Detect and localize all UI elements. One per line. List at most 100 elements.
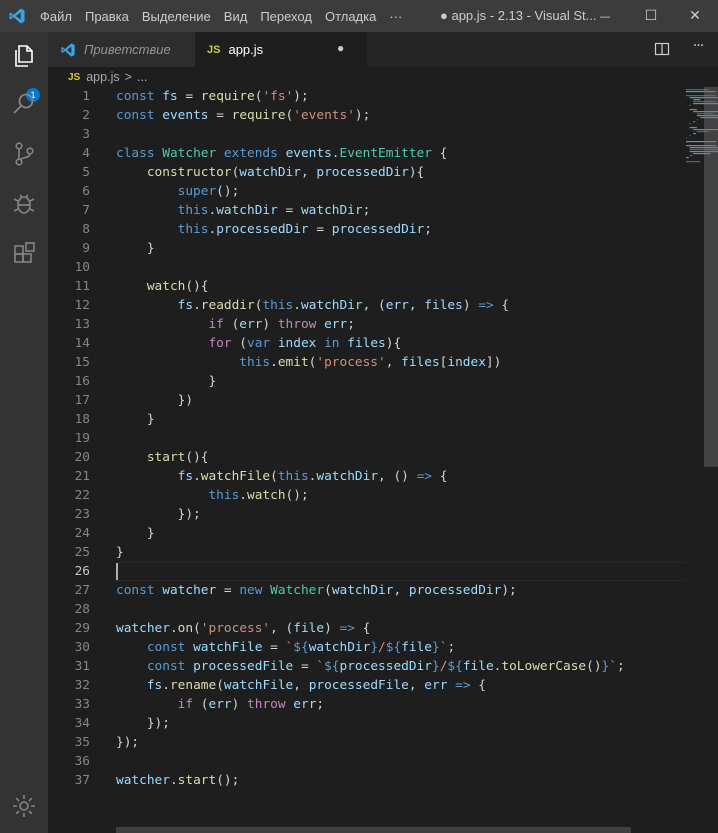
tab-app-js[interactable]: JS app.js ●	[195, 32, 367, 67]
code-line[interactable]: 4 class Watcher extends events.EventEmitt…	[48, 144, 638, 163]
unsaved-dot-icon[interactable]: ●	[337, 41, 344, 55]
code-line[interactable]: 3	[48, 125, 638, 144]
code-line[interactable]: 29 watcher.on('process', (file) => {	[48, 619, 638, 638]
breadcrumb-more[interactable]: ...	[137, 70, 147, 84]
horizontal-scrollbar[interactable]	[116, 827, 631, 833]
title-bar: Файл Правка Выделение Вид Переход Отладк…	[0, 0, 718, 32]
line-number: 11	[74, 279, 90, 294]
code-text: });	[116, 735, 140, 750]
code-line[interactable]: 20 start(){	[48, 448, 638, 467]
code-line[interactable]: 14 for (var index in files){	[48, 334, 638, 353]
code-text: }	[116, 412, 155, 427]
line-number: 18	[74, 412, 90, 427]
code-line[interactable]: 35});	[48, 733, 638, 752]
minimap-line	[689, 105, 691, 107]
code-line[interactable]: 16 }	[48, 372, 638, 391]
split-editor-icon[interactable]	[654, 41, 670, 57]
close-window-button[interactable]: ✕	[672, 0, 718, 32]
code-text: }	[116, 526, 155, 541]
code-line[interactable]: 8 this.processedDir = processedDir;	[48, 220, 638, 239]
code-line[interactable]: 5 constructor(watchDir, processedDir){	[48, 163, 638, 182]
code-line[interactable]: 22 this.watch();	[48, 486, 638, 505]
line-number: 14	[74, 336, 90, 351]
code-text: watch(){	[146, 279, 209, 294]
line-number: 36	[74, 754, 90, 769]
code-line[interactable]: 34 });	[48, 714, 638, 733]
tab-welcome-label: Приветствие	[84, 42, 171, 57]
code-text: const fs = require('fs');	[116, 89, 309, 104]
minimize-button[interactable]: —	[582, 0, 628, 32]
code-line[interactable]: 17 })	[48, 391, 638, 410]
code-line[interactable]: 23 });	[48, 505, 638, 524]
source-control-icon[interactable]	[10, 140, 38, 168]
code-text: this.emit('process', files[index])	[239, 355, 502, 370]
code-line[interactable]: 27 const watcher = new Watcher(watchDir, …	[48, 581, 638, 600]
menu-go[interactable]: Переход	[260, 9, 312, 24]
debug-icon[interactable]	[10, 190, 38, 218]
code-line[interactable]: 12 fs.readdir(this.watchDir, (err, files…	[48, 296, 638, 315]
code-line[interactable]: 1 const fs = require('fs');	[48, 87, 638, 106]
line-number: 26	[74, 564, 90, 579]
code-line[interactable]: 7 this.watchDir = watchDir;	[48, 201, 638, 220]
code-line[interactable]: 25}	[48, 543, 638, 562]
code-line[interactable]: 11 watch(){	[48, 277, 638, 296]
code-line[interactable]: 6 super();	[48, 182, 638, 201]
code-line[interactable]: 21 fs.watchFile(this.watchDir, () => {	[48, 467, 638, 486]
explorer-icon[interactable]	[10, 42, 38, 70]
menu-view[interactable]: Вид	[224, 9, 248, 24]
line-number: 24	[74, 526, 90, 541]
tab-welcome[interactable]: Приветствие	[48, 32, 195, 67]
code-line[interactable]: 10	[48, 258, 638, 277]
code-line[interactable]: 31 const processedFile = `${processedDir…	[48, 657, 638, 676]
vertical-scrollbar[interactable]	[704, 87, 718, 833]
code-text: });	[116, 716, 170, 731]
code-line[interactable]: 28	[48, 600, 638, 619]
line-number: 3	[82, 127, 90, 142]
menu-debug[interactable]: Отладка	[325, 9, 376, 24]
code-line[interactable]: 33 if (err) throw err;	[48, 695, 638, 714]
extensions-icon[interactable]	[10, 240, 38, 268]
maximize-button[interactable]: ☐	[628, 0, 674, 32]
code-line[interactable]: 26	[48, 562, 638, 581]
breadcrumb-file[interactable]: app.js	[86, 70, 119, 84]
js-icon: JS	[68, 71, 81, 83]
line-number: 23	[74, 507, 90, 522]
tab-app-js-label: app.js	[228, 42, 264, 57]
minimap-line	[686, 157, 689, 159]
code-line[interactable]: 30 const watchFile = `${watchDir}/${file…	[48, 638, 638, 657]
code-line[interactable]: 2 const events = require('events');	[48, 106, 638, 125]
code-line[interactable]: 13 if (err) throw err;	[48, 315, 638, 334]
code-line[interactable]: 37 watcher.start();	[48, 771, 638, 790]
code-line[interactable]: 19	[48, 429, 638, 448]
menu-selection[interactable]: Выделение	[142, 9, 211, 24]
line-number: 5	[82, 165, 90, 180]
minimap-line	[689, 127, 697, 129]
search-icon[interactable]	[10, 90, 38, 118]
minimap-line	[689, 123, 691, 125]
minimap-line	[693, 99, 701, 101]
menu-more[interactable]: ···	[389, 9, 402, 24]
menu-file[interactable]: Файл	[40, 9, 72, 24]
minimap-line	[689, 155, 693, 157]
line-number: 2	[82, 108, 90, 123]
minimap-line	[696, 119, 698, 121]
code-text: const watchFile = `${watchDir}/${file}`;	[146, 640, 456, 655]
code-editor[interactable]: 1 const fs = require('fs'); 2 const events …	[48, 87, 718, 833]
more-actions-icon[interactable]: ···	[688, 38, 708, 58]
menu-edit[interactable]: Правка	[85, 9, 129, 24]
line-number: 32	[74, 678, 90, 693]
code-line[interactable]: 9 }	[48, 239, 638, 258]
js-icon: JS	[207, 43, 221, 56]
code-line[interactable]: 15 this.emit('process', files[index])	[48, 353, 638, 372]
code-line[interactable]: 36	[48, 752, 638, 771]
code-line[interactable]: 18 }	[48, 410, 638, 429]
code-text: if (err) throw err;	[208, 317, 355, 332]
line-number: 33	[74, 697, 90, 712]
code-text: }	[116, 241, 155, 256]
line-number: 8	[82, 222, 90, 237]
code-line[interactable]: 24 }	[48, 524, 638, 543]
line-number: 7	[82, 203, 90, 218]
code-line[interactable]: 32 fs.rename(watchFile, processedFile, e…	[48, 676, 638, 695]
settings-gear-icon[interactable]	[10, 792, 38, 820]
code-text: this.watch();	[208, 488, 309, 503]
